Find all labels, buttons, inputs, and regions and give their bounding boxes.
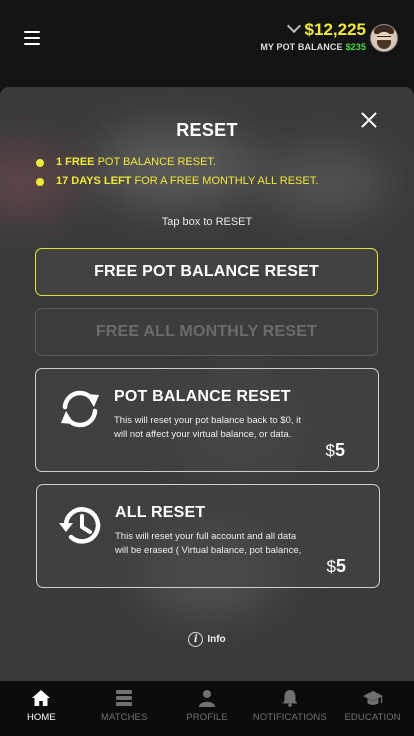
home-icon [32, 690, 51, 706]
free-pot-balance-reset-button[interactable]: FREE POT BALANCE RESET [35, 248, 378, 296]
nav-label: NOTIFICATIONS [252, 712, 327, 723]
matches-icon [116, 690, 133, 706]
card-description: This will reset your full account and al… [115, 531, 302, 556]
history-icon [59, 507, 101, 544]
free-reset-count: 1 FREE [56, 156, 95, 168]
avatar[interactable] [370, 24, 398, 52]
days-left-text: FOR A FREE MONTHLY ALL RESET. [131, 175, 319, 187]
nav-item-education[interactable]: EDUCATION [331, 681, 414, 736]
reset-modal: RESET 1 FREE POT BALANCE RESET. 17 DAYS … [0, 87, 414, 681]
nav-item-matches[interactable]: MATCHES [83, 681, 166, 736]
profile-icon [198, 690, 215, 707]
days-left-count: 17 DAYS LEFT [56, 175, 132, 187]
price-value: 5 [334, 440, 345, 460]
nav-label: MATCHES [100, 712, 148, 723]
nav-label: HOME [26, 712, 56, 723]
bell-icon [282, 690, 298, 707]
chevron-down-icon[interactable] [286, 18, 301, 34]
nav-item-profile[interactable]: PROFILE [166, 681, 249, 736]
nav-item-notifications[interactable]: NOTIFICATIONS [248, 681, 331, 736]
pot-balance-reset-card[interactable]: POT BALANCE RESET This will reset your p… [35, 368, 379, 472]
nav-label: PROFILE [186, 712, 228, 723]
close-icon[interactable] [358, 109, 380, 131]
info-link[interactable]: i Info [0, 632, 414, 647]
hamburger-menu-icon[interactable] [22, 28, 44, 48]
balance-amount: $12,225 [304, 20, 366, 39]
price-value: 5 [335, 556, 346, 576]
nav-item-home[interactable]: HOME [0, 681, 83, 736]
price-label: $5 [327, 556, 346, 577]
pot-balance-widget[interactable]: $12,225 MY POT BALANCE $235 [260, 18, 366, 52]
refresh-icon [61, 390, 99, 428]
balance-label: MY POT BALANCE [260, 42, 343, 52]
free-reset-text: POT BALANCE RESET. [94, 156, 216, 168]
modal-title: RESET [176, 120, 238, 140]
info-label: Info [207, 634, 226, 645]
bullet-dot-icon [36, 159, 44, 167]
card-title: ALL RESET [115, 504, 206, 521]
currency-symbol: $ [325, 441, 335, 460]
info-icon: i [188, 632, 204, 647]
bullet-dot-icon [36, 178, 44, 186]
nav-label: EDUCATION [344, 712, 401, 723]
all-reset-card[interactable]: ALL RESET This will reset your full acco… [36, 484, 380, 588]
price-label: $5 [326, 440, 345, 461]
card-title: POT BALANCE RESET [114, 388, 291, 405]
graduation-cap-icon [362, 691, 383, 705]
bottom-nav: HOME MATCHES PROFILE NOTIFICATIONS EDUCA… [0, 681, 414, 736]
tap-hint: Tap box to RESET [161, 216, 253, 228]
card-description: This will reset your pot balance back to… [114, 415, 301, 440]
top-bar: $12,225 MY POT BALANCE $235 [0, 0, 414, 86]
free-all-monthly-reset-button: FREE ALL MONTHLY RESET [35, 308, 378, 356]
pot-balance-value: $235 [345, 42, 366, 52]
currency-symbol: $ [326, 557, 336, 576]
